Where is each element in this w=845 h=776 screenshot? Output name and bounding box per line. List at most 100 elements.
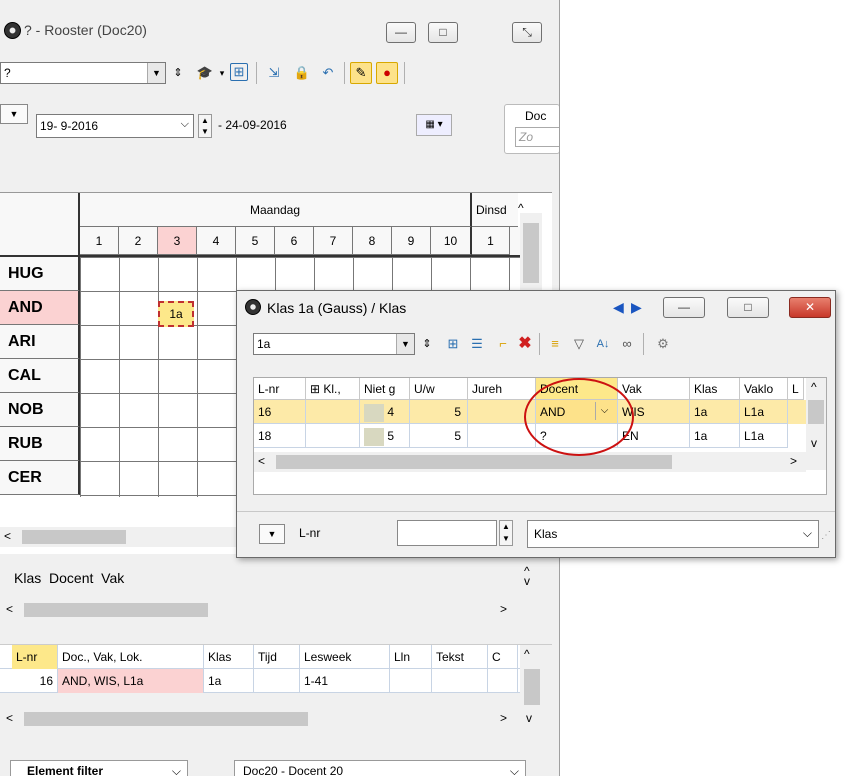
row-header[interactable]: CAL — [0, 359, 80, 393]
col-header[interactable]: ⊞ Kl., — [306, 378, 360, 400]
scroll-right-icon[interactable]: > — [790, 454, 797, 468]
klas-hscrollbar[interactable]: < > — [254, 452, 806, 472]
delete-icon[interactable]: ✖ — [515, 334, 535, 354]
scroll-down-icon[interactable]: v — [526, 711, 532, 725]
scroll-thumb[interactable] — [24, 603, 208, 617]
col-header[interactable]: C — [488, 645, 518, 669]
scroll-thumb[interactable] — [276, 455, 672, 469]
list-icon[interactable]: ☰ — [467, 334, 487, 354]
close-button[interactable]: ✕ — [789, 297, 831, 318]
col-header[interactable]: L-nr — [254, 378, 306, 400]
report-icon[interactable]: ≡ — [545, 334, 565, 354]
col-header[interactable]: U/w — [410, 378, 468, 400]
row-header[interactable]: RUB — [0, 427, 80, 461]
klas-bottom-combo[interactable]: Klas ⌵ — [527, 520, 819, 548]
klas-element-combo[interactable]: 1a ▼ — [253, 333, 415, 355]
dropdown-arrow-icon[interactable]: ▾ — [212, 63, 232, 83]
docent-dropdown[interactable]: AND ⌵ — [536, 400, 618, 424]
col-header[interactable]: Tekst — [432, 645, 488, 669]
sort-value-input[interactable] — [397, 520, 497, 546]
sort-icon[interactable]: A↓ — [593, 334, 613, 354]
undo-icon[interactable]: ↶ — [318, 63, 338, 83]
row-header[interactable]: ARI — [0, 325, 80, 359]
docent-search-input[interactable]: Zo — [515, 127, 559, 147]
col-header[interactable]: Lesweek — [300, 645, 390, 669]
chevron-down-icon[interactable]: ▼ — [259, 524, 285, 544]
scroll-thumb[interactable] — [523, 223, 539, 283]
cell-docent[interactable]: ? — [536, 424, 618, 448]
maximize-button[interactable]: □ — [727, 297, 769, 318]
col-header[interactable]: L — [788, 378, 804, 400]
scroll-down-icon[interactable]: v — [811, 436, 817, 450]
scroll-thumb[interactable] — [524, 669, 540, 705]
chevron-down-icon[interactable]: ▼ — [0, 104, 28, 124]
row-header-selected[interactable]: AND — [0, 291, 80, 325]
col-header[interactable]: Vak — [618, 378, 690, 400]
calendar-icon[interactable]: ▦ ▾ — [416, 114, 452, 136]
scroll-right-icon[interactable]: > — [500, 602, 507, 616]
pin-icon[interactable]: ● — [376, 62, 398, 84]
klas-vscrollbar[interactable]: ^ v — [806, 378, 826, 470]
lock-icon[interactable]: 🔒 — [292, 63, 312, 83]
scroll-left-icon[interactable]: < — [258, 454, 265, 468]
scroll-thumb[interactable] — [808, 400, 824, 424]
hand-icon — [364, 427, 384, 446]
chevron-down-icon[interactable]: ▼ — [147, 63, 165, 83]
col-header[interactable]: L-nr — [12, 645, 58, 669]
filter-value-combo[interactable]: Doc20 - Docent 20 ⌵ — [234, 760, 526, 776]
lessons-hscrollbar[interactable]: < > — [0, 709, 520, 729]
panel-hscrollbar[interactable]: < > — [0, 600, 520, 620]
scroll-thumb[interactable] — [22, 530, 126, 544]
lesson-cell[interactable]: 1a — [158, 301, 194, 327]
scroll-up-icon[interactable]: ^ — [524, 647, 530, 661]
date-spinner[interactable]: ▲ ▼ — [198, 114, 212, 138]
close-button[interactable]: ⤡ — [512, 22, 542, 43]
arrow-left-icon[interactable]: ◀ — [613, 299, 624, 316]
scroll-thumb[interactable] — [24, 712, 308, 726]
minimize-button[interactable]: — — [663, 297, 705, 318]
col-header[interactable]: Klas — [204, 645, 254, 669]
edit-icon[interactable]: ✎ — [350, 62, 372, 84]
col-header[interactable]: Niet g — [360, 378, 410, 400]
col-header[interactable]: Klas — [690, 378, 740, 400]
col-header[interactable]: Vaklo — [740, 378, 788, 400]
grid-icon[interactable]: ⊞ — [230, 63, 248, 81]
arrow-right-icon[interactable]: ▶ — [631, 299, 642, 316]
filter-icon[interactable]: ▽ — [569, 334, 589, 354]
settings-icon[interactable]: ⚙ — [653, 334, 673, 354]
link-icon[interactable]: ∞ — [617, 334, 637, 354]
element-filter-combo[interactable]: Element filter ⌵ — [10, 760, 188, 776]
table-row-selected[interactable]: 16 4 5 AND ⌵ WIS 1a L1a — [254, 400, 806, 424]
scroll-left-icon[interactable]: < — [4, 529, 11, 543]
new-icon[interactable]: ⌐ — [493, 334, 513, 354]
col-header[interactable]: Jureh — [468, 378, 536, 400]
col-header[interactable]: Lln — [390, 645, 432, 669]
spinner-icon[interactable]: ⇕ — [417, 334, 437, 354]
table-row[interactable]: 18 5 5 ? EN 1a L1a — [254, 424, 806, 448]
hour-header: 2 — [119, 227, 158, 255]
col-header[interactable]: Doc., Vak, Lok. — [58, 645, 204, 669]
scroll-up-icon[interactable]: ^ — [811, 380, 817, 394]
row-header[interactable]: NOB — [0, 393, 80, 427]
scroll-left-icon[interactable]: < — [6, 711, 13, 725]
sort-spinner[interactable]: ▲ ▼ — [499, 520, 513, 546]
minimize-button[interactable]: — — [386, 22, 416, 43]
scroll-updown-icon[interactable]: ^ v — [524, 565, 530, 587]
chevron-down-icon[interactable]: ⌵ — [595, 402, 613, 420]
date-from-picker[interactable]: 19- 9-2016 ⌵ — [36, 114, 194, 138]
resize-grip-icon[interactable]: ⋰ — [821, 530, 831, 541]
chevron-down-icon[interactable]: ▼ — [396, 334, 414, 354]
hour-header: 4 — [197, 227, 236, 255]
maximize-button[interactable]: □ — [428, 22, 458, 43]
row-header[interactable]: CER — [0, 461, 80, 495]
element-combo[interactable]: ? ▼ — [0, 62, 166, 84]
scroll-left-icon[interactable]: < — [6, 602, 13, 616]
grid-icon[interactable]: ⊞ — [443, 334, 463, 354]
row-header[interactable]: HUG — [0, 257, 80, 291]
table-row[interactable]: 16 AND, WIS, L1a 1a 1-41 — [0, 669, 520, 693]
spinner-icon[interactable]: ⇕ — [168, 63, 188, 83]
col-header[interactable]: Tijd — [254, 645, 300, 669]
col-header-docent[interactable]: Docent — [536, 378, 618, 400]
import-icon[interactable]: ⇲ — [264, 63, 284, 83]
scroll-right-icon[interactable]: > — [500, 711, 507, 725]
